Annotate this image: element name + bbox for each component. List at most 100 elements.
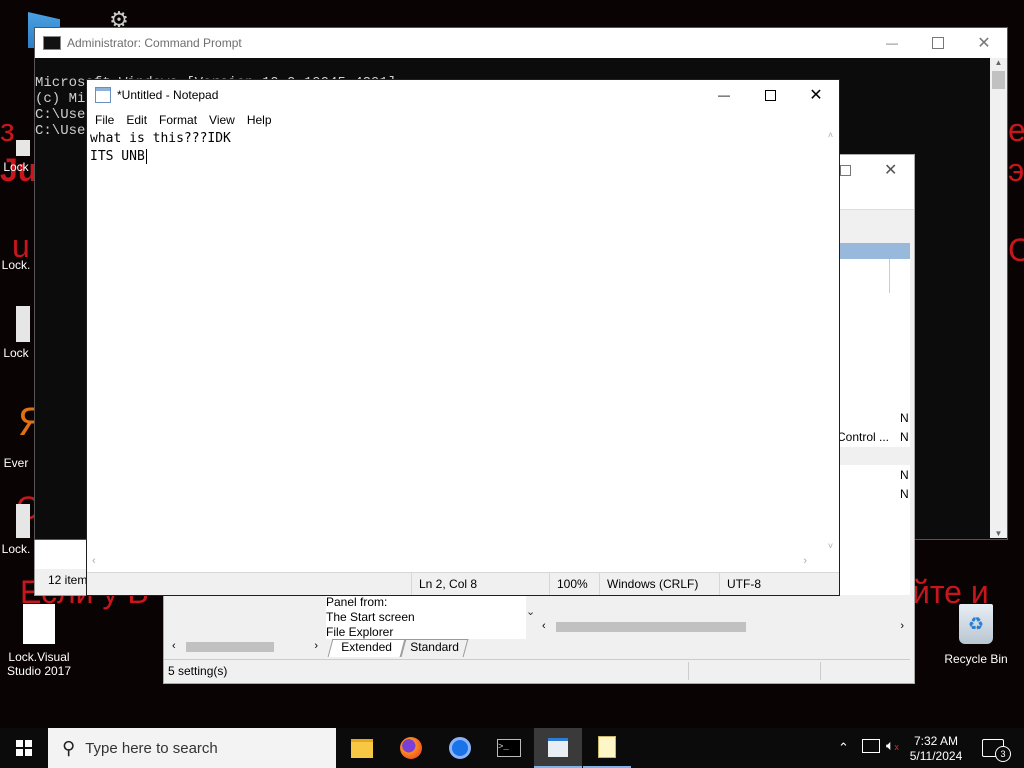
maximize-icon	[764, 89, 776, 101]
menu-help[interactable]: Help	[241, 113, 278, 127]
cmd-title-bar[interactable]: Administrator: Command Prompt — ✕	[35, 28, 1007, 58]
scroll-thumb[interactable]	[186, 642, 274, 652]
maximize-icon[interactable]	[840, 165, 851, 176]
dropdown-item[interactable]: The Start screen	[326, 610, 526, 625]
notepad-icon	[598, 736, 616, 758]
window-icon	[548, 737, 568, 757]
cmd-app-icon	[43, 36, 61, 50]
menu-edit[interactable]: Edit	[120, 113, 153, 127]
encoding: UTF-8	[719, 573, 839, 595]
tab-extended[interactable]: Extended	[327, 639, 406, 657]
cmd-scroll-thumb[interactable]	[992, 71, 1005, 89]
close-button[interactable]: ✕	[793, 80, 839, 110]
chrome-icon	[449, 737, 471, 759]
gear-icon: ⚙	[109, 7, 129, 32]
clock[interactable]: 7:32 AM 5/11/2024	[905, 734, 967, 764]
notepad-title: *Untitled - Notepad	[117, 88, 219, 102]
notepad-title-bar[interactable]: *Untitled - Notepad — ✕	[87, 80, 839, 110]
close-icon: ✕	[977, 35, 991, 52]
list-cell: N	[900, 487, 909, 501]
dropdown-item[interactable]: Panel from:	[326, 595, 526, 610]
search-placeholder: Type here to search	[85, 739, 218, 757]
right-horizontal-scrollbar[interactable]: ‹ ›	[538, 619, 910, 635]
notepad-text-area[interactable]: what is this???IDK ITS UNB	[87, 130, 829, 551]
clock-date: 5/11/2024	[909, 749, 963, 763]
notification-badge: 3	[995, 746, 1011, 762]
scroll-right-icon[interactable]: ›	[900, 620, 904, 632]
notification-center-icon[interactable]: 3	[982, 739, 1011, 762]
notepad-horizontal-scrollbar[interactable]: ‹ ›	[87, 555, 823, 571]
windows-logo-icon	[16, 740, 32, 756]
minimize-button[interactable]: —	[869, 28, 915, 58]
scroll-right-icon[interactable]: ›	[314, 640, 318, 652]
recycle-bin-icon: ♻	[959, 604, 993, 644]
close-icon[interactable]: ✕	[884, 160, 897, 180]
explorer-item-count: 12 item	[48, 573, 88, 587]
left-horizontal-scrollbar[interactable]: ‹ ›	[168, 639, 322, 655]
desktop-icon[interactable]: Lock.Visual Studio 2017	[4, 604, 74, 678]
scroll-right-icon[interactable]: ›	[803, 555, 807, 567]
menu-view[interactable]: View	[203, 113, 241, 127]
menu-format[interactable]: Format	[153, 113, 203, 127]
scroll-left-icon[interactable]: ‹	[542, 620, 546, 632]
taskbar-search-box[interactable]: ⚲ Type here to search	[48, 728, 336, 768]
scroll-down-icon[interactable]: ˅	[823, 541, 838, 551]
explorer-window-partial[interactable]: 12 item	[34, 538, 88, 596]
taskbar: ⚲ Type here to search >_ ⌃ 🔈︎x 7:32 AM 5…	[0, 728, 1024, 768]
shortcut-icon	[16, 306, 30, 342]
notepad-vertical-scrollbar[interactable]: ˄ ˅	[823, 130, 838, 551]
cmd-title: Administrator: Command Prompt	[67, 36, 242, 50]
scroll-thumb[interactable]	[556, 622, 746, 632]
network-icon[interactable]	[862, 739, 880, 753]
search-icon: ⚲	[62, 737, 76, 758]
settings-status-bar: 5 setting(s)	[164, 659, 910, 682]
tab-label: Extended	[341, 640, 392, 654]
desktop-icon-label: Recycle Bin	[944, 652, 1008, 666]
close-icon: ✕	[809, 87, 823, 104]
list-cell: N	[900, 411, 909, 425]
maximize-button[interactable]	[915, 28, 961, 58]
chevron-down-icon[interactable]: ⌄	[526, 605, 535, 618]
zoom-level: 100%	[549, 573, 599, 595]
cmd-scrollbar[interactable]: ▲ ▼	[990, 58, 1007, 538]
cursor-position: Ln 2, Col 8	[411, 573, 549, 595]
minimize-button[interactable]: —	[701, 80, 747, 110]
wallpaper-text-fragment: е	[1008, 112, 1024, 148]
maximize-button[interactable]	[747, 80, 793, 110]
taskbar-command-prompt[interactable]: >_	[485, 728, 533, 768]
close-button[interactable]: ✕	[961, 28, 1007, 58]
settings-desktop-icon[interactable]: ⚙	[102, 7, 136, 32]
taskbar-notepad[interactable]	[583, 728, 631, 768]
scroll-left-icon[interactable]: ‹	[172, 640, 176, 652]
taskbar-chrome[interactable]	[436, 728, 484, 768]
notepad-window[interactable]: *Untitled - Notepad — ✕ File Edit Format…	[86, 79, 840, 596]
notepad-menu-bar: File Edit Format View Help	[87, 110, 839, 130]
tab-standard[interactable]: Standard	[400, 639, 468, 657]
scroll-up-icon[interactable]: ˄	[823, 130, 838, 140]
start-button[interactable]	[0, 728, 48, 768]
taskbar-settings-window[interactable]	[534, 728, 582, 768]
taskbar-firefox[interactable]	[387, 728, 435, 768]
list-cell: N	[900, 468, 909, 482]
view-tabs: Extended Standard	[327, 639, 468, 657]
wallpaper-text-fragment: э	[1008, 152, 1024, 188]
line-ending: Windows (CRLF)	[599, 573, 719, 595]
desktop-icon-label: Lock.Visual Studio 2017	[6, 650, 72, 678]
file-icon	[23, 604, 55, 644]
firefox-icon	[400, 737, 422, 759]
volume-muted-icon[interactable]: 🔈︎x	[886, 737, 899, 754]
dropdown-item[interactable]: File Explorer	[326, 625, 526, 640]
recycle-bin-desktop-icon[interactable]: ♻ Recycle Bin	[940, 604, 1012, 666]
minimize-icon: —	[886, 36, 898, 50]
folder-icon	[351, 738, 373, 758]
notepad-status-bar: Ln 2, Col 8 100% Windows (CRLF) UTF-8	[87, 572, 839, 595]
menu-file[interactable]: File	[89, 113, 120, 127]
chevron-up-icon[interactable]: ⌃	[838, 740, 849, 756]
shortcut-icon	[16, 140, 30, 156]
startup-dropdown-list[interactable]: Panel from: The Start screen File Explor…	[326, 595, 526, 639]
list-cell: Control ...	[837, 430, 890, 444]
text-caret	[145, 149, 147, 164]
taskbar-file-explorer[interactable]	[338, 728, 386, 768]
scroll-left-icon[interactable]: ‹	[92, 555, 96, 567]
maximize-icon	[932, 37, 944, 49]
